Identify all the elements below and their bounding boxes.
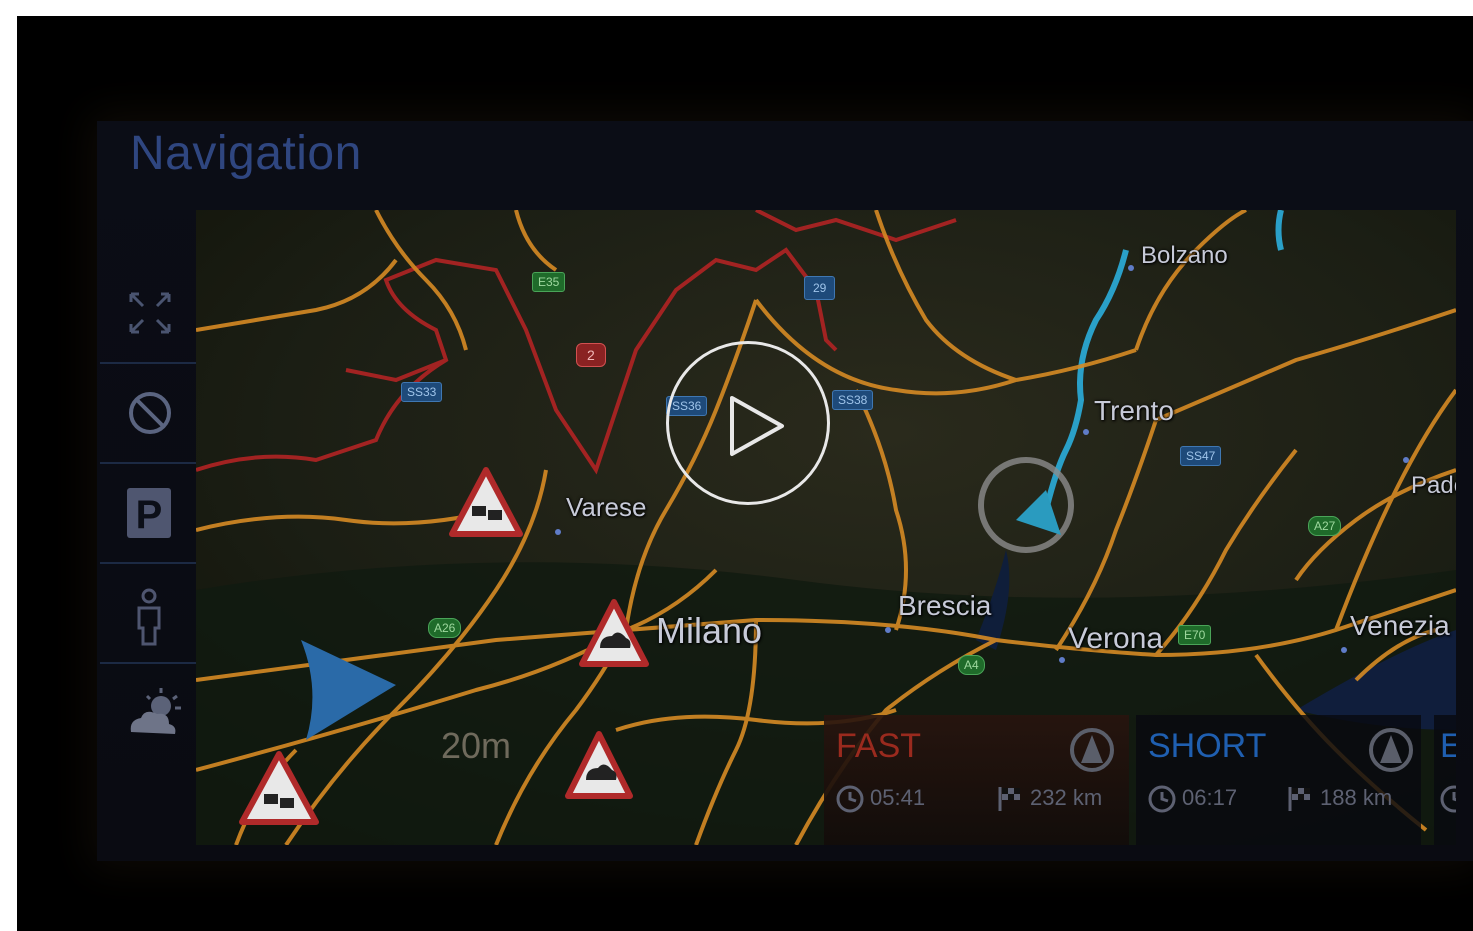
route-arrow-icon-2: [1369, 728, 1413, 772]
weather-warning-icon: [579, 599, 649, 667]
traffic-warning-icon: [449, 467, 523, 537]
play-button[interactable]: [666, 341, 830, 505]
city-label-brescia: Brescia: [898, 590, 992, 621]
checkered-flag-icon: [998, 787, 1020, 812]
road-shield-2: 2: [576, 343, 606, 367]
route-time-value: 05:41: [870, 785, 926, 810]
clock-icon: [836, 785, 864, 813]
city-label-trento: Trento: [1094, 395, 1174, 426]
road-shield-ss33: SS33: [401, 382, 443, 402]
city-label-bolzano: Bolzano: [1141, 242, 1228, 269]
route-distance-fast: 232 km: [996, 785, 1102, 813]
clock-icon-3: [1440, 785, 1456, 813]
city-label-padova: Pado: [1411, 472, 1456, 499]
road-shield-e70: E70: [1178, 625, 1212, 645]
sidebar-item-weather[interactable]: [100, 670, 200, 762]
parking-icon: P: [127, 488, 171, 538]
city-label-varese: Varese: [566, 492, 647, 522]
route-time-short: 06:17: [1148, 785, 1237, 813]
route-option-short[interactable]: SHORT 06:17 188 km: [1136, 715, 1421, 845]
route-arrow-icon: [1070, 728, 1114, 772]
sidebar-item-parking[interactable]: P: [100, 470, 200, 564]
map-view[interactable]: Bolzano Trento Varese Milano Brescia Ver…: [196, 210, 1456, 845]
route-time-value: 06:17: [1182, 785, 1238, 810]
route-distance-value: 232 km: [1030, 785, 1103, 810]
checkered-flag-icon-2: [1288, 787, 1310, 812]
svg-text:P: P: [136, 493, 163, 537]
city-label-verona: Verona: [1068, 622, 1164, 655]
sidebar-item-avoid[interactable]: [100, 370, 200, 464]
city-label-venezia: Venezia: [1350, 610, 1450, 641]
road-shield-e35: E35: [532, 272, 566, 292]
play-icon: [730, 396, 784, 456]
sidebar-item-zoom-fit[interactable]: [100, 270, 200, 364]
sidebar: P: [100, 270, 200, 770]
person-icon: [137, 588, 161, 646]
route-name-eco: EC: [1440, 727, 1456, 765]
road-shield-29: 29: [804, 276, 836, 300]
road-shield-a26: A26: [428, 618, 462, 638]
map-scale-label: 20m: [441, 725, 512, 766]
route-option-eco[interactable]: EC: [1434, 715, 1456, 845]
route-distance-value: 188 km: [1320, 785, 1393, 810]
road-shield-ss47: SS47: [1180, 446, 1222, 466]
route-name-fast: FAST: [836, 727, 922, 765]
weather-warning-icon-2: [565, 731, 633, 799]
road-shield-a27: A27: [1308, 516, 1342, 536]
road-shield-ss38: SS38: [832, 390, 874, 410]
city-label-milano: Milano: [656, 610, 763, 651]
road-shield-a4: A4: [958, 655, 985, 675]
sidebar-item-poi[interactable]: [100, 570, 200, 664]
route-name-short: SHORT: [1148, 727, 1267, 765]
page-title: Navigation: [130, 127, 362, 180]
route-time-fast: 05:41: [836, 785, 925, 813]
expand-arrows-icon: [129, 292, 171, 334]
route-distance-short: 188 km: [1286, 785, 1392, 813]
weather-icon: [130, 688, 181, 734]
traffic-warning-icon-2: [239, 751, 319, 825]
route-option-fast[interactable]: FAST 05:41 232 km: [824, 715, 1129, 845]
no-entry-icon: [129, 392, 171, 434]
clock-icon-2: [1148, 785, 1176, 813]
